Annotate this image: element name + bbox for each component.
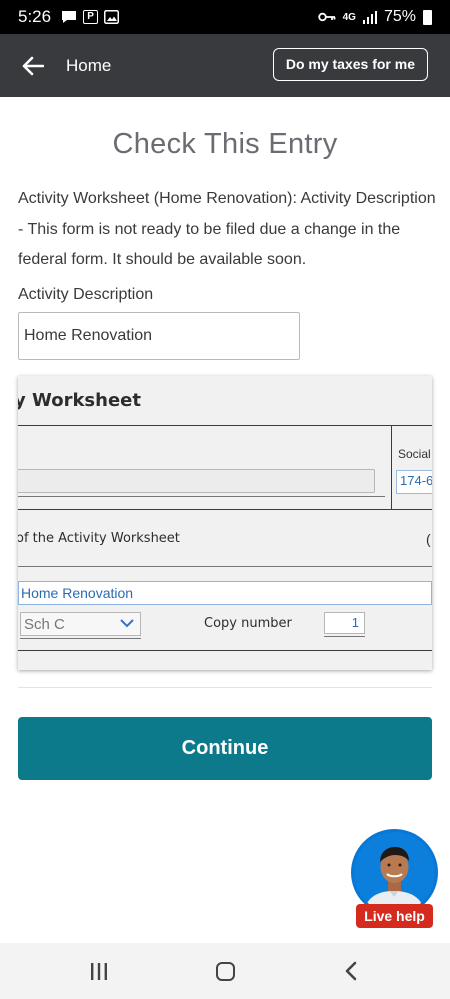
parking-icon: P bbox=[83, 10, 99, 24]
network-type: 4G bbox=[342, 11, 356, 23]
form-social-label: Social bbox=[398, 447, 431, 461]
form-name-field bbox=[18, 469, 375, 493]
form-paren: ( bbox=[426, 531, 431, 547]
page-title: Check This Entry bbox=[112, 128, 338, 160]
status-time: 5:26 bbox=[18, 7, 52, 26]
form-copy-number-field: 1 bbox=[324, 612, 365, 634]
app-bar-title: Home bbox=[66, 55, 112, 75]
form-rule bbox=[391, 425, 392, 509]
battery-icon bbox=[423, 9, 432, 25]
status-bar: 5:26 P 4G 75% bbox=[0, 0, 450, 34]
image-icon bbox=[104, 10, 120, 24]
form-preview: y Worksheet Social 174-6 of the Activity… bbox=[18, 376, 432, 670]
recent-apps-icon[interactable] bbox=[90, 963, 108, 980]
screen: 5:26 P 4G 75% Home Do my taxes for me Ch… bbox=[0, 0, 450, 999]
live-help-avatar[interactable] bbox=[351, 829, 438, 916]
signal-icon bbox=[362, 10, 377, 24]
app-bar: Home Do my taxes for me bbox=[0, 34, 450, 97]
form-preview-title: y Worksheet bbox=[18, 390, 141, 411]
notification-icons: P bbox=[61, 10, 120, 24]
vpn-key-icon bbox=[317, 12, 336, 22]
entry-description: Activity Worksheet (Home Renovation): Ac… bbox=[18, 190, 436, 268]
form-copy-number-label: Copy number bbox=[204, 616, 292, 631]
form-section-label: of the Activity Worksheet bbox=[18, 531, 180, 546]
chat-icon bbox=[62, 11, 77, 23]
do-my-taxes-button[interactable]: Do my taxes for me bbox=[272, 48, 428, 81]
system-nav-bar bbox=[0, 943, 450, 999]
continue-button[interactable]: Continue bbox=[18, 717, 432, 780]
divider bbox=[18, 687, 432, 688]
form-rule bbox=[324, 636, 365, 637]
form-activity-field: Home Renovation bbox=[18, 581, 432, 605]
form-rule bbox=[18, 425, 432, 426]
form-rule bbox=[18, 496, 385, 497]
form-rule bbox=[20, 638, 141, 639]
live-help-button[interactable]: Live help bbox=[356, 904, 433, 928]
form-ssn-field: 174-6 bbox=[396, 470, 432, 494]
activity-description-label: Activity Description bbox=[18, 286, 154, 303]
back-arrow-icon[interactable] bbox=[22, 56, 44, 76]
form-rule bbox=[18, 566, 432, 567]
agent-portrait-icon bbox=[354, 832, 435, 913]
form-rule bbox=[18, 509, 432, 510]
activity-description-input[interactable]: Home Renovation bbox=[18, 312, 300, 360]
chevron-down-icon bbox=[120, 619, 134, 628]
nav-back-icon[interactable] bbox=[344, 961, 358, 981]
form-rule bbox=[18, 650, 432, 651]
battery-percent: 75% bbox=[383, 8, 416, 25]
form-schedule-select: Sch C bbox=[20, 612, 141, 636]
home-icon[interactable] bbox=[216, 962, 235, 981]
status-indicators: 4G 75% bbox=[317, 8, 432, 26]
form-schedule-value: Sch C bbox=[24, 616, 65, 633]
